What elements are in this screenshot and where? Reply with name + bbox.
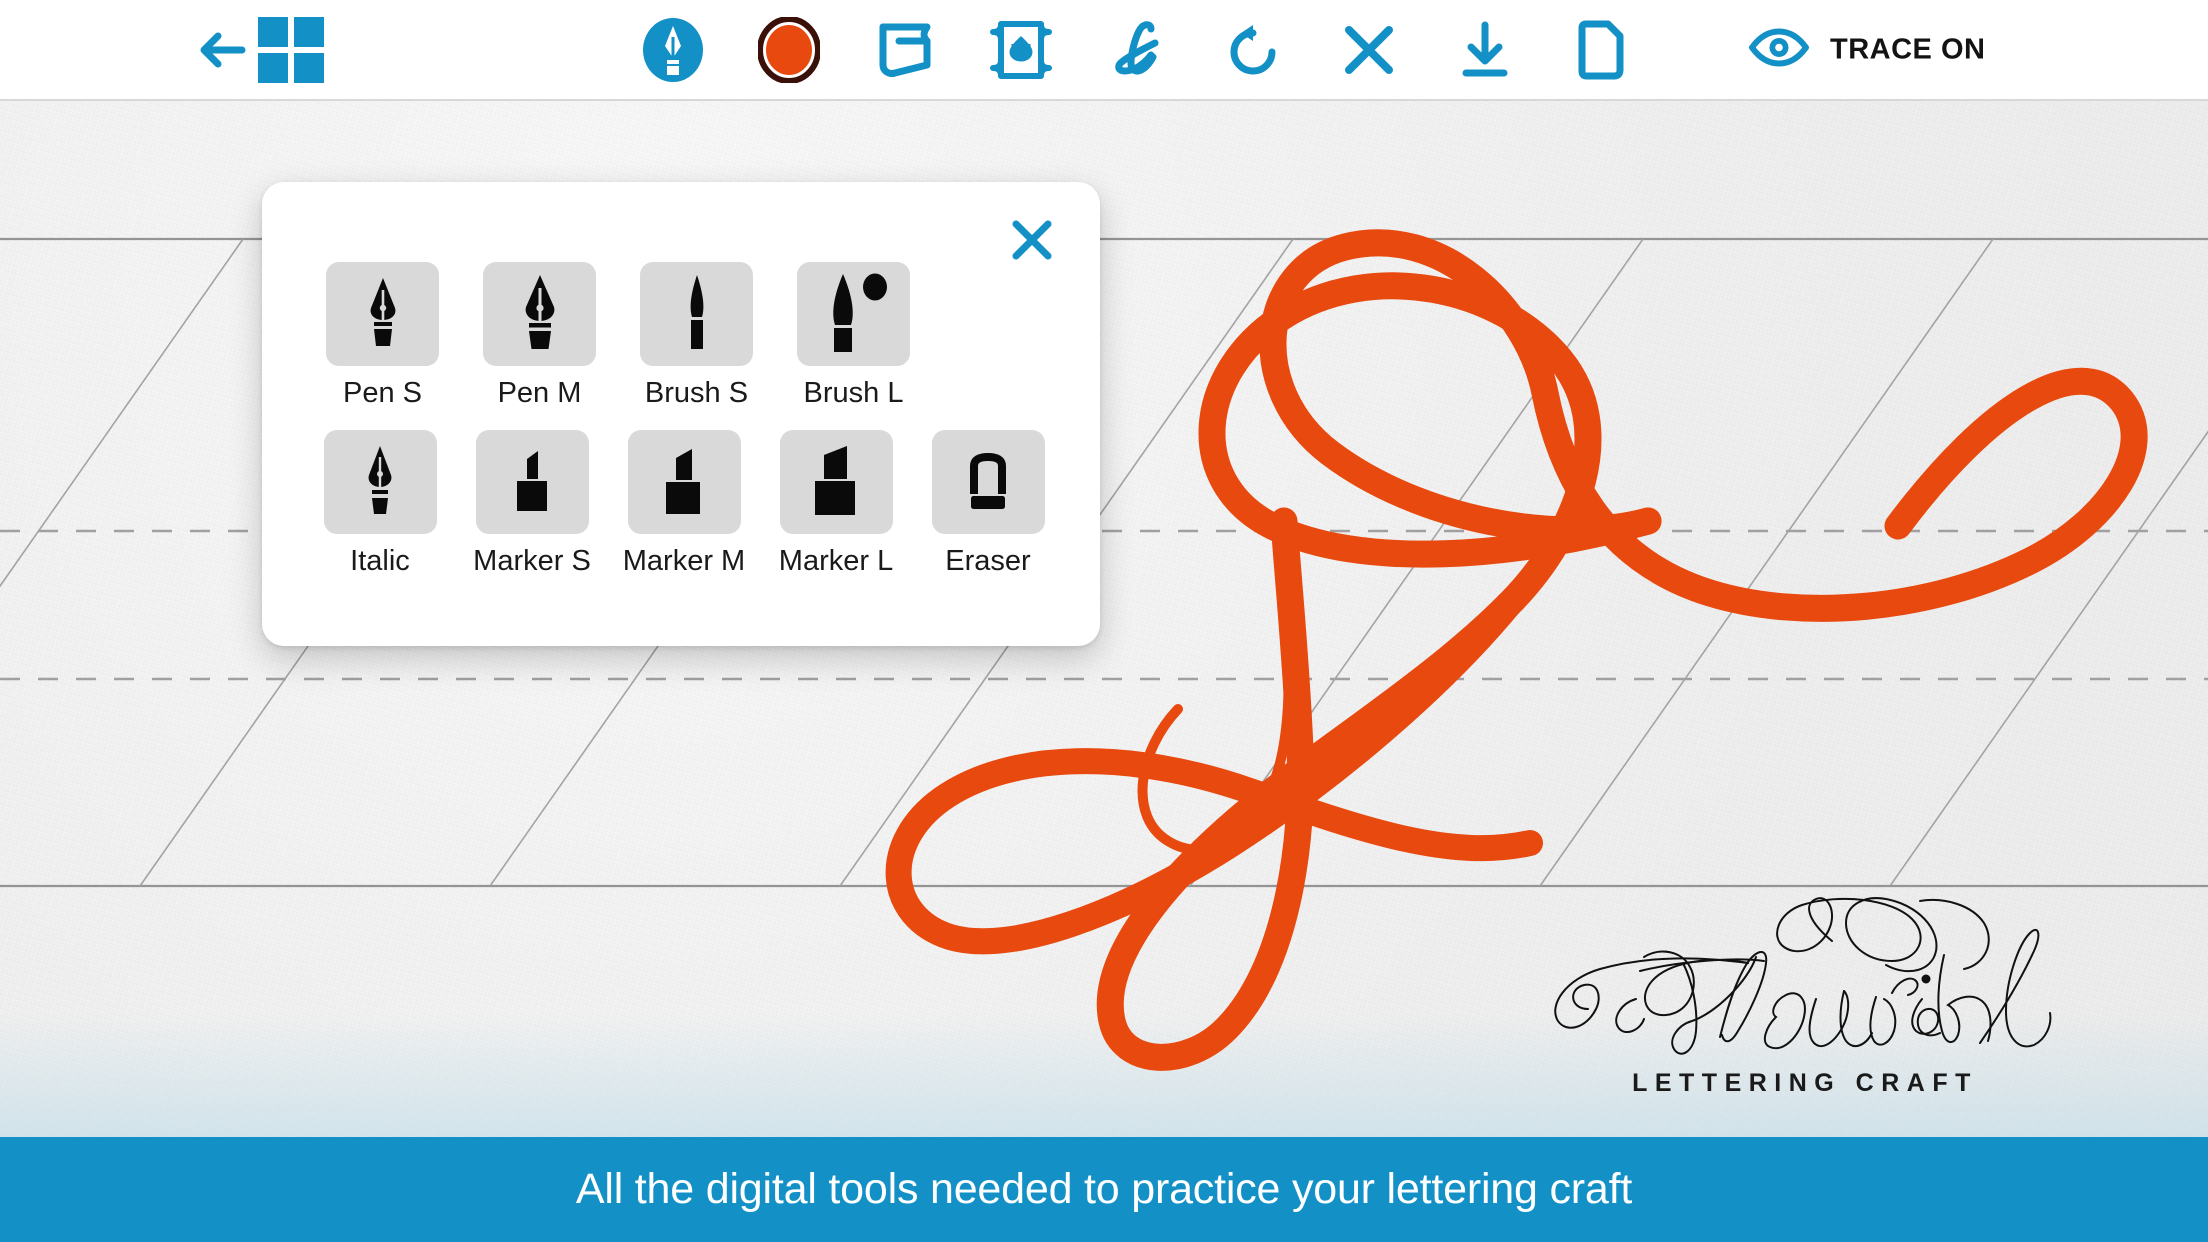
marker-medium-icon — [666, 449, 700, 514]
brush-tool-palette: Pen S Pen M Brush S Brush L Italic Marke… — [262, 182, 1100, 646]
tool-swatch — [931, 430, 1045, 534]
tool-label: Italic — [350, 545, 410, 577]
tool-label: Brush S — [644, 377, 749, 409]
tagline-text: All the digital tools needed to practice… — [575, 1165, 1633, 1213]
flourish-script-wordmark — [1554, 897, 2052, 1055]
back-arrow-icon — [196, 27, 248, 73]
script-tool-button[interactable] — [1104, 17, 1170, 83]
tool-label: Marker M — [622, 545, 746, 577]
eye-icon — [1748, 27, 1810, 72]
tool-italic[interactable]: Italic — [304, 430, 456, 576]
tool-label: Pen S — [343, 377, 422, 409]
tool-swatch — [483, 262, 596, 366]
italic-nib-icon — [360, 442, 400, 523]
eraser-icon — [970, 453, 1006, 509]
pen-nib-medium-icon — [516, 272, 564, 357]
tool-swatch — [779, 430, 893, 534]
palette-row: Pen S Pen M Brush S Brush L — [304, 262, 1064, 408]
guides-tool-button[interactable] — [988, 17, 1054, 83]
top-toolbar: TRACE ON — [0, 0, 2208, 101]
flourish-logo-subtitle: LETTERING CRAFT — [1632, 1069, 1978, 1097]
tool-pen-m[interactable]: Pen M — [461, 262, 618, 408]
clear-tool-button[interactable] — [1336, 17, 1402, 83]
tool-brush-s[interactable]: Brush S — [618, 262, 775, 408]
flourish-logo: LETTERING CRAFT — [1540, 885, 2070, 1125]
tool-brush-l[interactable]: Brush L — [775, 262, 932, 408]
marker-large-icon — [815, 446, 855, 515]
app-root: TRACE ON LETTERING CRAFT Pen S Pen M Bru… — [0, 0, 2208, 1242]
bottom-tagline-banner: All the digital tools needed to practice… — [0, 1137, 2208, 1242]
tool-swatch — [323, 430, 437, 534]
tool-marker-m[interactable]: Marker M — [608, 430, 760, 576]
pen-nib-small-icon — [362, 274, 404, 355]
undo-tool-button[interactable] — [1220, 17, 1286, 83]
new-page-tool-button[interactable] — [1568, 17, 1634, 83]
tool-eraser[interactable]: Eraser — [912, 430, 1064, 576]
tool-swatch — [640, 262, 753, 366]
tool-pen-s[interactable]: Pen S — [304, 262, 461, 408]
trace-toggle-button[interactable]: TRACE ON — [1748, 27, 1985, 72]
tool-label: Brush L — [803, 377, 904, 409]
tool-label: Marker L — [778, 545, 894, 577]
nib-pen-tool-button[interactable] — [640, 17, 706, 83]
tool-marker-l[interactable]: Marker L — [760, 430, 912, 576]
tool-marker-s[interactable]: Marker S — [456, 430, 608, 576]
close-x-icon — [1008, 216, 1056, 269]
palette-row: Italic Marker S Marker M Marker L Eraser — [304, 430, 1064, 576]
ink-color-tool-button[interactable] — [756, 16, 822, 83]
tool-swatch — [475, 430, 589, 534]
tool-swatch — [797, 262, 910, 366]
tool-label: Marker S — [473, 545, 591, 577]
trace-label: TRACE ON — [1830, 33, 1986, 65]
tool-icon-row — [640, 16, 1634, 83]
marker-small-icon — [506, 443, 558, 522]
back-to-gallery-button[interactable] — [196, 16, 324, 83]
brush-small-icon — [680, 273, 714, 356]
brush-large-icon — [819, 271, 889, 358]
save-tool-button[interactable] — [1452, 17, 1518, 83]
tool-swatch — [326, 262, 439, 366]
tool-swatch — [627, 430, 741, 534]
paper-tool-button[interactable] — [872, 17, 938, 83]
grid-squares-icon — [258, 16, 324, 83]
tool-label: Eraser — [945, 545, 1031, 577]
tool-label: Pen M — [497, 377, 582, 409]
palette-tool-grid: Pen S Pen M Brush S Brush L Italic Marke… — [304, 262, 1064, 576]
